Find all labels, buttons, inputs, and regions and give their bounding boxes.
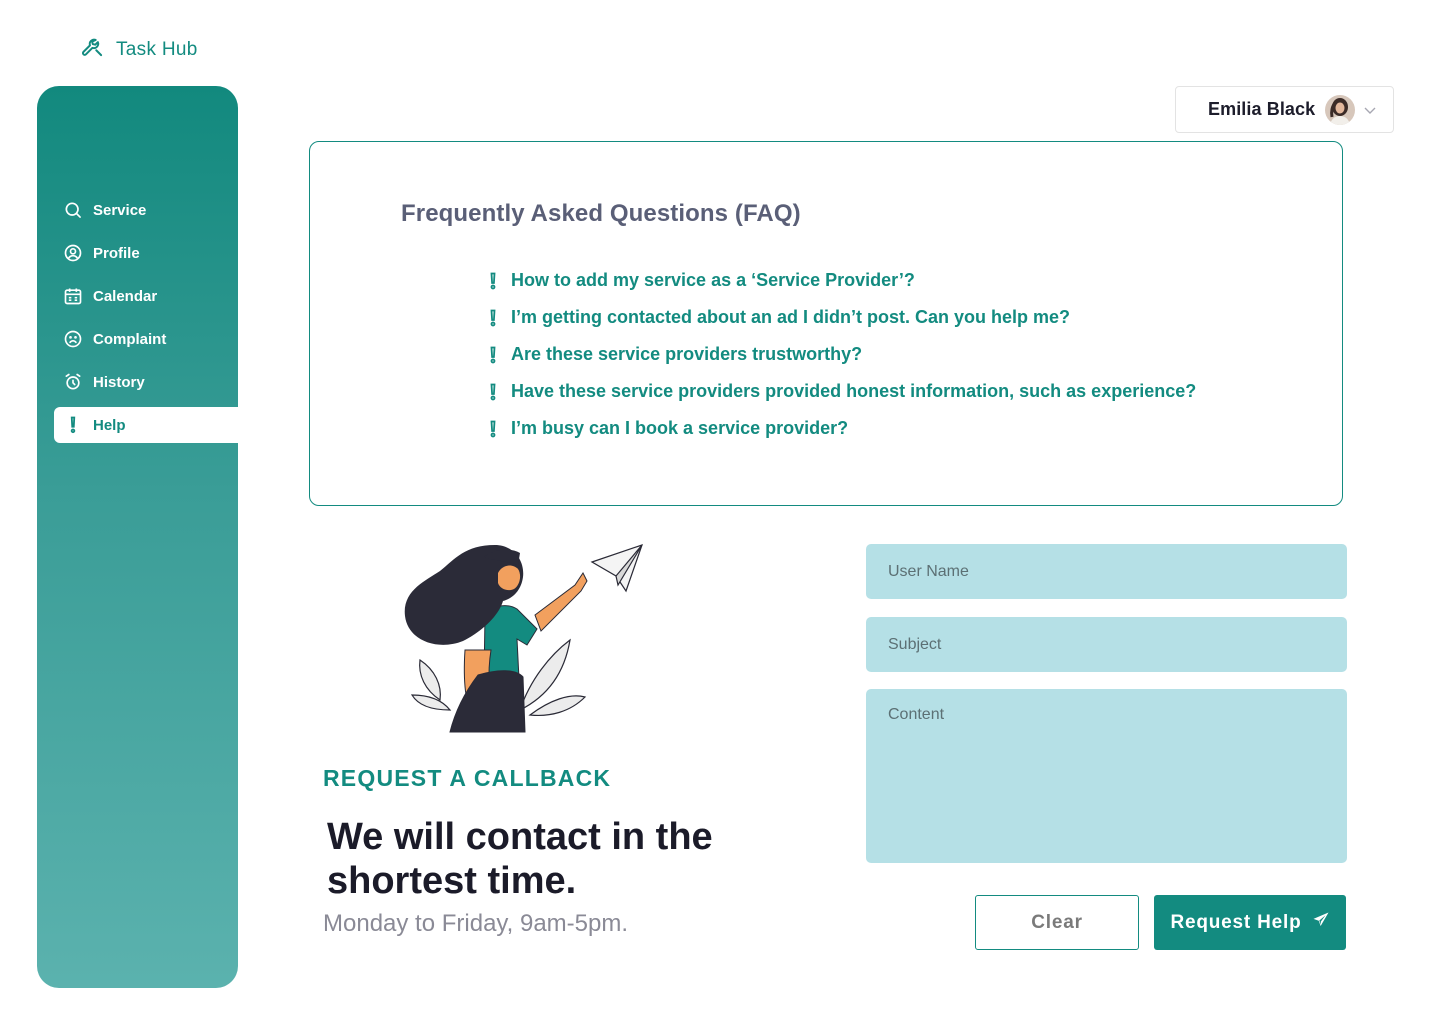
sidebar-item-label: Profile [93,244,140,262]
faq-item[interactable]: Are these service providers trustworthy? [486,336,1196,373]
sidebar-item-service[interactable]: Service [37,192,238,228]
sidebar-item-history[interactable]: History [37,364,238,400]
faq-question: How to add my service as a ‘Service Prov… [511,270,915,290]
subject-placeholder: Subject [888,635,942,653]
exclamation-icon [486,383,500,401]
content-placeholder: Content [888,706,945,723]
user-name: Emilia Black [1208,99,1316,119]
exclamation-icon [486,272,500,290]
brand-logo[interactable]: Task Hub [80,34,198,65]
callback-hours: Monday to Friday, 9am-5pm. [323,910,629,937]
sidebar-item-help[interactable]: Help [54,407,238,443]
faq-question: Have these service providers provided ho… [511,381,1197,401]
alarm-clock-icon [63,372,83,392]
subject-field[interactable]: Subject [866,617,1347,672]
sidebar-item-label: Complaint [93,330,167,348]
exclamation-icon [486,346,500,364]
send-icon [1312,911,1330,935]
sidebar-item-complaint[interactable]: Complaint [37,321,238,357]
chevron-down-icon[interactable] [1363,103,1377,117]
faq-title: Frequently Asked Questions (FAQ) [401,200,801,227]
sidebar-nav: Service Profile Calendar Complaint Histo… [37,192,238,450]
user-circle-icon [63,243,83,263]
brand-name: Task Hub [116,38,198,60]
request-help-label: Request Help [1170,911,1302,933]
username-field[interactable]: User Name [866,544,1347,599]
exclamation-icon [486,420,500,438]
clear-button[interactable]: Clear [975,895,1139,950]
sidebar-item-label: Service [93,201,147,219]
faq-question: I’m getting contacted about an ad I didn… [511,307,1071,327]
faq-item[interactable]: I’m getting contacted about an ad I didn… [486,299,1196,336]
faq-item[interactable]: I’m busy can I book a service provider? [486,410,1196,447]
sidebar-item-label: Calendar [93,287,158,305]
sidebar: Service Profile Calendar Complaint Histo… [37,86,238,988]
wrench-icon [80,34,106,65]
content-textarea[interactable]: Content [866,689,1347,863]
faq-question: Are these service providers trustworthy? [511,344,863,364]
sidebar-item-profile[interactable]: Profile [37,235,238,271]
user-menu[interactable]: Emilia Black [1175,86,1394,133]
avatar[interactable] [1325,94,1356,125]
clear-button-label: Clear [1031,911,1083,933]
calendar-icon [63,286,83,306]
faq-item[interactable]: Have these service providers provided ho… [486,373,1196,410]
username-placeholder: User Name [888,562,969,580]
callback-eyebrow: REQUEST A CALLBACK [323,765,612,791]
sad-face-icon [63,329,83,349]
callback-illustration [380,535,660,740]
exclamation-icon [63,415,83,435]
callback-heading: We will contact in the shortest time. [327,816,713,902]
sidebar-item-label: Help [93,416,126,434]
faq-item[interactable]: How to add my service as a ‘Service Prov… [486,262,1196,299]
faq-question: I’m busy can I book a service provider? [511,418,849,438]
paper-plane [590,544,643,593]
search-icon [63,200,83,220]
faq-card: Frequently Asked Questions (FAQ) How to … [309,141,1343,506]
exclamation-icon [486,309,500,327]
request-help-button[interactable]: Request Help [1154,895,1346,950]
sidebar-item-calendar[interactable]: Calendar [37,278,238,314]
sidebar-item-label: History [93,373,145,391]
faq-list: How to add my service as a ‘Service Prov… [486,262,1196,447]
